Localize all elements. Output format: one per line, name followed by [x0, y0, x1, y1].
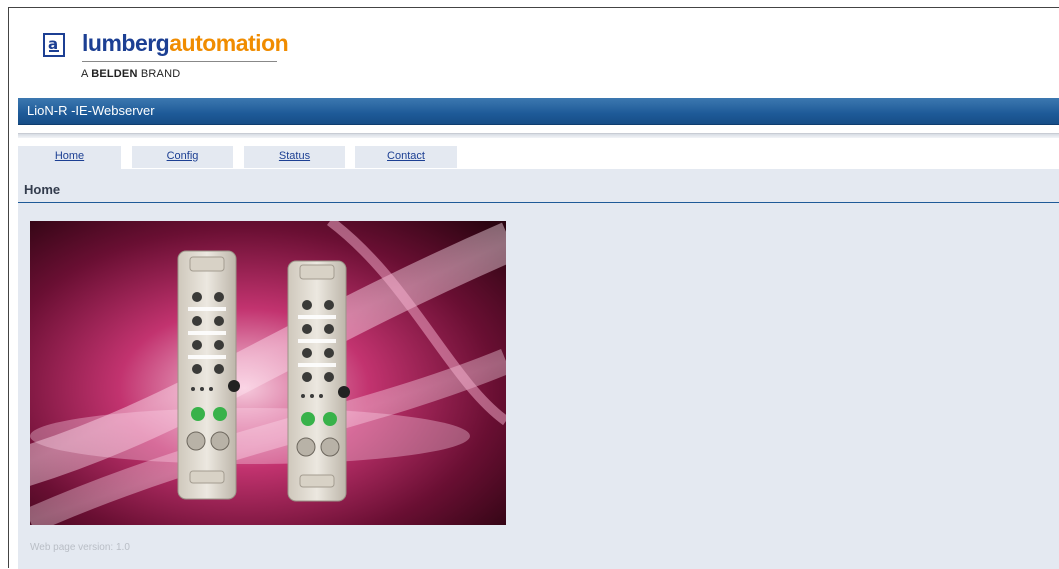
tab-contact[interactable]: Contact [355, 146, 457, 168]
title-bar: LioN-R -IE-Webserver [18, 98, 1059, 125]
brand-name-part2: automation [169, 30, 289, 56]
product-image [30, 221, 506, 525]
brand-sub-suffix: BRAND [137, 68, 181, 80]
content-panel: Home [18, 169, 1059, 569]
tab-status[interactable]: Status [244, 146, 345, 168]
io-module-right [287, 260, 350, 502]
io-module-left [177, 250, 240, 500]
tab-status-label[interactable]: Status [279, 150, 310, 162]
tab-contact-label[interactable]: Contact [387, 150, 425, 162]
app-title: LioN-R -IE-Webserver [27, 103, 155, 118]
logo-letter: a [48, 35, 59, 53]
brand-name-part1: lumberg [82, 30, 170, 56]
page-title: Home [24, 182, 61, 197]
heading-divider [18, 202, 1059, 203]
brand-name: lumbergautomation [82, 30, 289, 57]
brand-underline [82, 61, 277, 62]
brand-sub-prefix: A [81, 68, 92, 80]
io-module-product-image-icon [30, 221, 506, 525]
version-text: Web page version: 1.0 [30, 542, 130, 553]
tab-home-label[interactable]: Home [55, 150, 84, 162]
brand-subtitle: A BELDEN BRAND [81, 68, 180, 80]
tab-bar: Home Config Status Contact [18, 138, 1059, 177]
logo-mark-icon: a [43, 33, 65, 57]
tab-config[interactable]: Config [132, 146, 233, 168]
brand-sub-bold: BELDEN [91, 68, 138, 80]
tab-config-label[interactable]: Config [167, 150, 199, 162]
